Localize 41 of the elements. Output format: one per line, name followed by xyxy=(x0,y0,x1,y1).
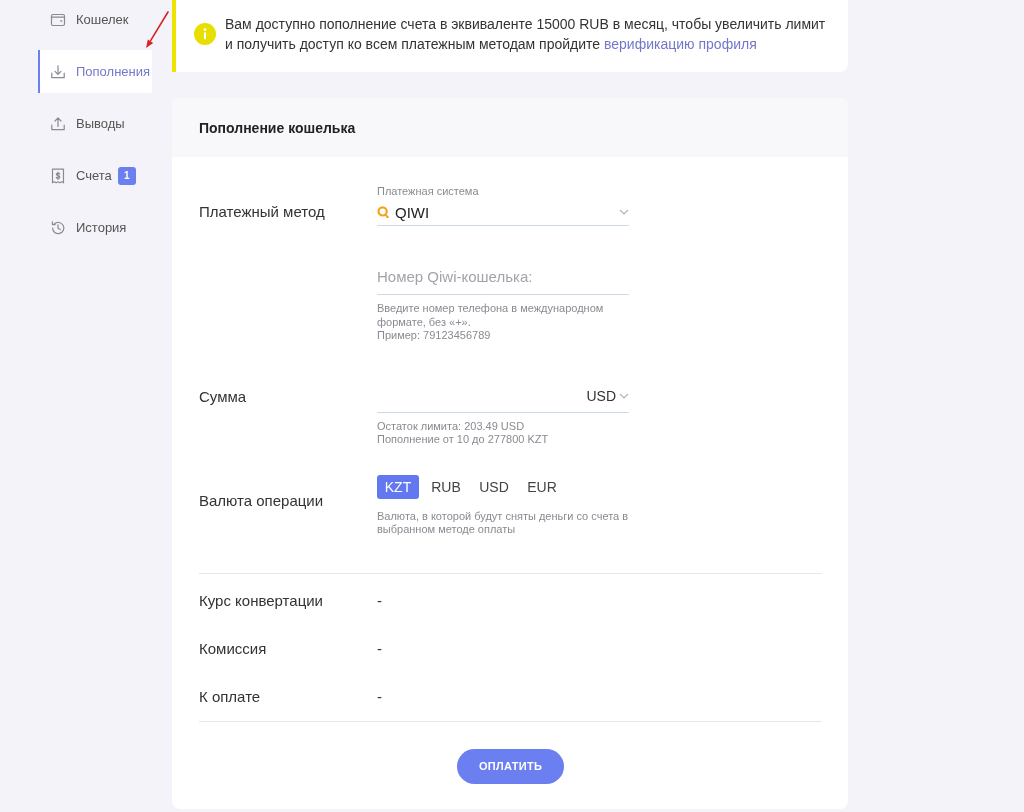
notice-text: Вам доступно пополнение счета в эквиваленте 15000 RUB в месяц, чтобы увеличить лимит и получить доступ ко всем платежным методам пройдите верификацию профиля xyxy=(225,15,827,54)
summary-value: - xyxy=(377,592,382,609)
receipt-icon xyxy=(50,167,66,184)
chevron-down-icon xyxy=(619,209,629,215)
history-icon xyxy=(50,219,66,236)
currency-tab[interactable]: KZT xyxy=(377,474,419,499)
count-badge: 1 xyxy=(117,166,136,185)
verification-link[interactable]: верификацию профиля xyxy=(604,36,757,52)
field-label: Платежный метод xyxy=(199,202,325,222)
payment-system-select[interactable]: Платежная система QIWI xyxy=(377,185,629,226)
sidebar-item[interactable]: Кошелек xyxy=(38,0,152,41)
summary-value: - xyxy=(377,688,382,705)
hint-text: Пополнение от 10 до 277800 KZT xyxy=(377,433,550,447)
upload-icon xyxy=(50,115,66,132)
payment-logo-icon xyxy=(377,206,389,218)
wallet-number-field[interactable]: Номер Qiwi-кошелька: xyxy=(377,258,629,295)
sidebar-item[interactable]: Счета 1 xyxy=(38,154,152,197)
currency-tab[interactable]: RUB xyxy=(425,474,467,499)
summary-label: Курс конвертации xyxy=(199,592,324,609)
summary-label: К оплате xyxy=(199,688,262,705)
wallet-icon xyxy=(50,11,66,28)
amount-field[interactable]: USD xyxy=(377,380,629,413)
hint-text: Остаток лимита: 203.49 USD xyxy=(377,419,526,433)
sidebar-item[interactable]: Выводы xyxy=(38,102,152,145)
info-icon xyxy=(194,23,216,45)
currency-tab[interactable]: EUR xyxy=(521,474,563,499)
hint-text: Введите номер телефона в международном формате, без «+». xyxy=(377,302,605,329)
hint-text: Валюта, в которой будут сняты деньги со счета в выбранном методе оплаты xyxy=(377,509,629,537)
summary-value: - xyxy=(377,640,382,657)
download-icon xyxy=(50,63,66,80)
summary-label: Комиссия xyxy=(199,640,268,657)
sidebar-item[interactable]: Пополнения xyxy=(38,50,152,93)
card-title: Пополнение кошелька xyxy=(199,119,356,136)
sidebar-item[interactable]: История xyxy=(38,206,152,249)
currency-tab[interactable]: USD xyxy=(473,474,515,499)
hint-text: Пример: 79123456789 xyxy=(377,329,492,343)
field-label: Валюта операции xyxy=(199,490,324,511)
chevron-down-icon xyxy=(619,393,629,399)
currency-select[interactable]: USD xyxy=(586,388,629,404)
field-label: Сумма xyxy=(199,386,247,407)
pay-button[interactable]: ОПЛАТИТЬ xyxy=(457,748,564,784)
